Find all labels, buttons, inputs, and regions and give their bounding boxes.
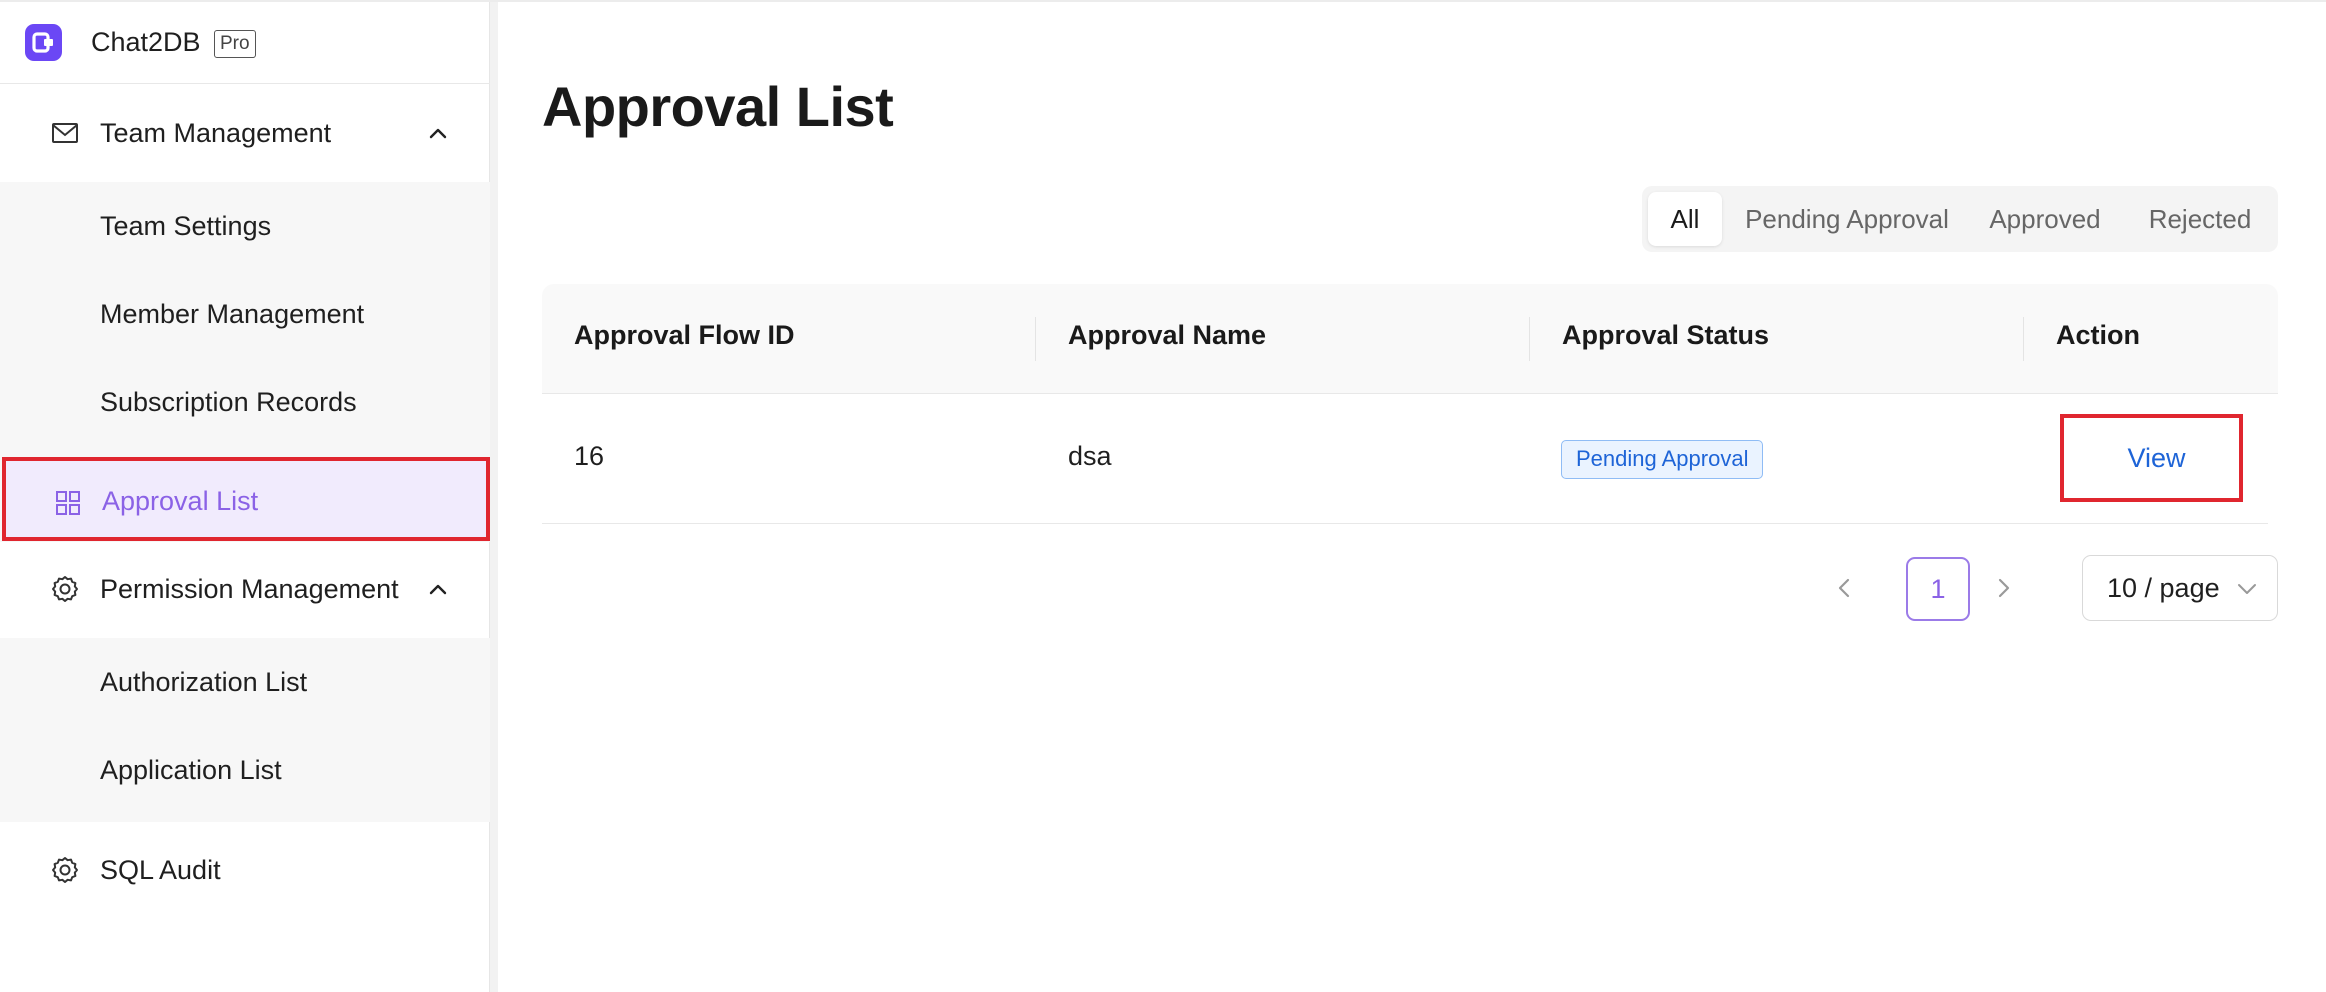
tab-all[interactable]: All — [1648, 192, 1722, 246]
sidebar-item-approval-list[interactable]: Approval List — [2, 457, 490, 541]
sidebar-submenu-permission-management: Authorization List Application List — [0, 638, 490, 822]
mail-icon — [50, 118, 80, 148]
cell-approval-flow-id: 16 — [574, 441, 605, 471]
sidebar-group-team-management[interactable]: Team Management — [0, 86, 490, 182]
column-header-approval-flow-id: Approval Flow ID — [574, 320, 795, 350]
page-title: Approval List — [542, 75, 894, 138]
tab-pending-approval[interactable]: Pending Approval — [1732, 192, 1962, 246]
app-window: Chat2DB Pro Team Management Team Setting… — [0, 0, 2326, 992]
sidebar-item-application-list[interactable]: Application List — [0, 726, 490, 814]
page-number-button[interactable]: 1 — [1906, 557, 1970, 621]
tab-rejected[interactable]: Rejected — [2128, 192, 2272, 246]
sidebar-group-label: Permission Management — [100, 574, 399, 604]
status-filter-tabs: All Pending Approval Approved Rejected — [1642, 186, 2278, 252]
column-header-approval-name: Approval Name — [1068, 320, 1267, 350]
sidebar: Chat2DB Pro Team Management Team Setting… — [0, 2, 490, 992]
pagination: 1 10 / page — [498, 555, 2326, 621]
sidebar-item-label: Application List — [100, 755, 282, 785]
sidebar-item-member-management[interactable]: Member Management — [0, 270, 490, 358]
column-divider — [1529, 317, 1530, 361]
cell-approval-name: dsa — [1068, 441, 1112, 471]
status-badge: Pending Approval — [1561, 440, 1764, 479]
sidebar-group-label: Team Management — [100, 118, 332, 148]
grid-icon — [53, 488, 83, 518]
gear-icon — [50, 855, 80, 885]
table-row: 16 dsa Pending Approval View — [542, 394, 2268, 524]
table-header: Approval Flow ID Approval Name Approval … — [542, 284, 2278, 394]
sidebar-item-label: Team Settings — [100, 211, 272, 241]
tab-approved[interactable]: Approved — [1972, 192, 2118, 246]
sidebar-resize-handle[interactable] — [490, 2, 498, 992]
column-header-action: Action — [2056, 320, 2140, 350]
sidebar-group-permission-management[interactable]: Permission Management — [0, 542, 490, 638]
column-divider — [1035, 317, 1036, 361]
approval-table: Approval Flow ID Approval Name Approval … — [542, 284, 2278, 524]
sidebar-item-label: Authorization List — [100, 667, 308, 697]
sidebar-item-label: Approval List — [102, 486, 259, 516]
brand-name: Chat2DB — [91, 27, 201, 57]
sidebar-item-label: SQL Audit — [100, 855, 221, 885]
gear-icon — [50, 574, 80, 604]
chat2db-logo-icon — [25, 24, 62, 61]
page-size-value: 10 / page — [2107, 573, 2220, 603]
page-size-select[interactable]: 10 / page — [2082, 555, 2278, 621]
chevron-up-icon[interactable] — [425, 120, 451, 146]
pro-badge: Pro — [214, 30, 256, 58]
sidebar-item-label: Subscription Records — [100, 387, 357, 417]
column-header-approval-status: Approval Status — [1562, 320, 1770, 350]
main-content: Approval List All Pending Approval Appro… — [498, 2, 2326, 992]
chevron-up-icon[interactable] — [425, 576, 451, 602]
brand-header: Chat2DB Pro — [0, 2, 490, 84]
sidebar-item-sql-audit[interactable]: SQL Audit — [0, 823, 490, 919]
sidebar-item-label: Member Management — [100, 299, 365, 329]
view-button[interactable]: View — [2060, 414, 2243, 502]
chevron-left-icon[interactable] — [1828, 572, 1860, 604]
sidebar-item-team-settings[interactable]: Team Settings — [0, 182, 490, 270]
chevron-right-icon[interactable] — [1988, 572, 2020, 604]
sidebar-item-subscription-records[interactable]: Subscription Records — [0, 358, 490, 446]
chevron-down-icon — [2235, 577, 2259, 601]
column-divider — [2023, 317, 2024, 361]
sidebar-item-authorization-list[interactable]: Authorization List — [0, 638, 490, 726]
